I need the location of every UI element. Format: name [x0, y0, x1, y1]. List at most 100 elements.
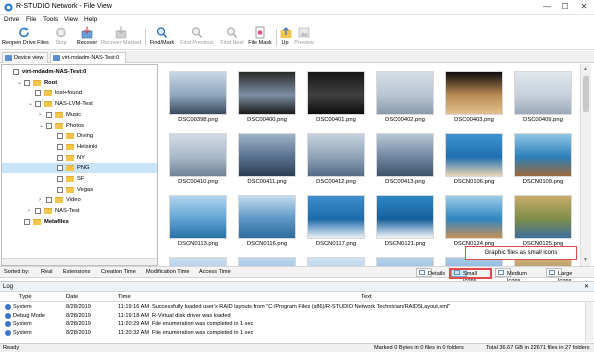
find-next-button[interactable]: Find Next: [218, 26, 246, 50]
tree-node-checkbox[interactable]: [35, 101, 41, 108]
tree-node-checkbox[interactable]: [46, 122, 52, 129]
file-thumbnail-item[interactable]: [307, 257, 365, 266]
collapse-arrow-icon[interactable]: ⌄: [17, 80, 22, 86]
file-thumbnail-item[interactable]: DSC00401.png: [307, 71, 365, 131]
file-thumbnail-item[interactable]: [376, 257, 434, 266]
tree-node-checkbox[interactable]: [57, 133, 63, 140]
tree-node[interactable]: lost+found: [2, 88, 157, 98]
expand-arrow-icon[interactable]: ›: [28, 208, 33, 214]
sort-creation-time[interactable]: Creation Time: [101, 269, 136, 275]
file-thumbnail-item[interactable]: DSC00409.png: [514, 71, 572, 131]
file-thumbnail-item[interactable]: DSCN0106.png: [445, 133, 503, 193]
file-thumbnail-item[interactable]: DSCN0109.png: [514, 133, 572, 193]
tree-node-checkbox[interactable]: [35, 208, 41, 215]
view-medium-icons-button[interactable]: Medium Icons: [495, 268, 527, 284]
file-thumbnail-item[interactable]: DSC00402.png: [376, 71, 434, 131]
tree-node[interactable]: PNG: [2, 163, 157, 174]
file-thumbnail-item[interactable]: DSC00400.png: [238, 71, 296, 131]
title-bar: R-STUDIO Network - File View — ☐ ✕: [0, 0, 594, 15]
sort-extensions[interactable]: Extensions: [63, 269, 90, 275]
file-thumbnail-item[interactable]: DSC00398.png: [169, 71, 227, 131]
tree-node[interactable]: › NAS-Test: [2, 206, 157, 216]
file-thumbnail-item[interactable]: DSC00410.png: [169, 133, 227, 193]
file-thumbnail-item[interactable]: [238, 257, 296, 266]
tab-virt-mdadm[interactable]: virt-mdadm-NAS-Test:0: [50, 52, 126, 63]
view-large-icons-button[interactable]: Large Icons: [546, 268, 572, 284]
minimize-button[interactable]: —: [539, 1, 555, 13]
tree-node-checkbox[interactable]: [46, 111, 52, 118]
tree-node-checkbox[interactable]: [24, 79, 30, 86]
close-button[interactable]: ✕: [576, 1, 592, 13]
file-thumbnail-item[interactable]: DSCN0117.png: [307, 195, 365, 255]
tree-node-checkbox[interactable]: [57, 186, 63, 193]
sort-access-time[interactable]: Access Time: [199, 269, 231, 275]
log-col-date[interactable]: Date: [66, 294, 78, 300]
tree-node-checkbox[interactable]: [35, 90, 41, 97]
tree-node[interactable]: Vegas: [2, 185, 157, 195]
collapse-arrow-icon[interactable]: ⌄: [28, 101, 33, 107]
menu-view[interactable]: View: [64, 16, 78, 23]
file-thumbnail-item[interactable]: DSCN0116.png: [238, 195, 296, 255]
menu-drive[interactable]: Drive: [4, 16, 19, 23]
tree-node[interactable]: Helsinki: [2, 142, 157, 152]
up-button[interactable]: Up: [279, 26, 292, 50]
sort-real[interactable]: Real: [41, 269, 53, 275]
folder-icon: [66, 143, 74, 150]
log-col-text[interactable]: Text: [361, 294, 372, 300]
recover-marked-button[interactable]: Recover Marked: [101, 26, 141, 50]
tree-node[interactable]: ⌄ Photos: [2, 121, 157, 131]
tree-node[interactable]: Metafiles: [2, 217, 157, 227]
tree-node-checkbox[interactable]: [46, 197, 52, 204]
menu-tools[interactable]: Tools: [43, 16, 58, 23]
tree-node[interactable]: › Video: [2, 195, 157, 205]
recover-button[interactable]: Recover: [74, 26, 100, 50]
scrollbar-thumb[interactable]: [583, 76, 589, 112]
status-total: Total 36.67 GB in 22671 files in 27 fold…: [486, 345, 590, 351]
tree-node-checkbox[interactable]: [24, 218, 30, 225]
preview-button[interactable]: Preview: [292, 26, 316, 50]
tree-node-checkbox[interactable]: [57, 176, 63, 182]
log-close-button[interactable]: ✕: [584, 283, 589, 290]
tree-node[interactable]: virt-mdadm-NAS-Test:0: [2, 67, 157, 77]
sort-modification-time[interactable]: Modification Time: [146, 269, 190, 275]
find-previous-button[interactable]: Find Previous: [178, 26, 216, 50]
menu-file[interactable]: File: [26, 16, 36, 23]
tree-node[interactable]: ⌄ Root: [2, 78, 157, 88]
log-scrollbar[interactable]: [585, 302, 593, 342]
tree-node[interactable]: NY: [2, 153, 157, 163]
tree-node-checkbox[interactable]: [13, 69, 19, 75]
tab-device-view[interactable]: Device view: [2, 52, 48, 63]
file-thumbnail-item[interactable]: DSCN0113.png: [169, 195, 227, 255]
tree-node[interactable]: Diving: [2, 131, 157, 141]
tree-horizontal-scrollbar[interactable]: [2, 258, 157, 265]
tree-node[interactable]: › Music: [2, 110, 157, 120]
file-mask-button[interactable]: File Mask: [247, 26, 273, 50]
tree-node[interactable]: ⌄ NAS-LVM-Test: [2, 99, 157, 109]
view-details-button[interactable]: Details: [416, 268, 445, 277]
tree-node-checkbox[interactable]: [57, 143, 63, 150]
log-row[interactable]: System 8/28/2019 11:20:29 AM File enumerati…: [0, 320, 580, 328]
expand-arrow-icon[interactable]: ›: [39, 112, 44, 118]
file-thumbnail-item[interactable]: DSC00412.png: [307, 133, 365, 193]
tree-node-checkbox[interactable]: [57, 165, 63, 172]
log-row[interactable]: System 8/28/2019 11:19:16 AM Successfully l…: [0, 303, 580, 311]
tree-node-checkbox[interactable]: [57, 154, 63, 161]
find-mark-button[interactable]: Find/Mark: [148, 26, 176, 50]
maximize-button[interactable]: ☐: [557, 1, 573, 13]
reopen-drive-files-button[interactable]: Reopen Drive Files: [2, 26, 49, 50]
file-thumbnail-item[interactable]: DSC00411.png: [238, 133, 296, 193]
log-col-time[interactable]: Time: [118, 294, 131, 300]
expand-arrow-icon[interactable]: ›: [39, 197, 44, 203]
file-thumbnail-item[interactable]: DSCN0121.png: [376, 195, 434, 255]
collapse-arrow-icon[interactable]: ⌄: [39, 123, 44, 129]
log-row[interactable]: System 8/28/2019 11:20:32 AM File enumerati…: [0, 329, 580, 337]
file-thumbnail-item[interactable]: DSC00403.png: [445, 71, 503, 131]
menu-help[interactable]: Help: [84, 16, 97, 23]
tree-node[interactable]: SF: [2, 174, 157, 184]
grid-vertical-scrollbar[interactable]: ▲ ▼: [580, 64, 591, 266]
file-thumbnail-item[interactable]: DSC00413.png: [376, 133, 434, 193]
file-thumbnail-item[interactable]: [169, 257, 227, 266]
log-col-type[interactable]: Type: [19, 294, 32, 300]
log-row[interactable]: Debug Mode 8/28/2019 11:19:18 AM R-Virtual …: [0, 312, 580, 320]
stop-button[interactable]: Stop: [50, 26, 72, 50]
